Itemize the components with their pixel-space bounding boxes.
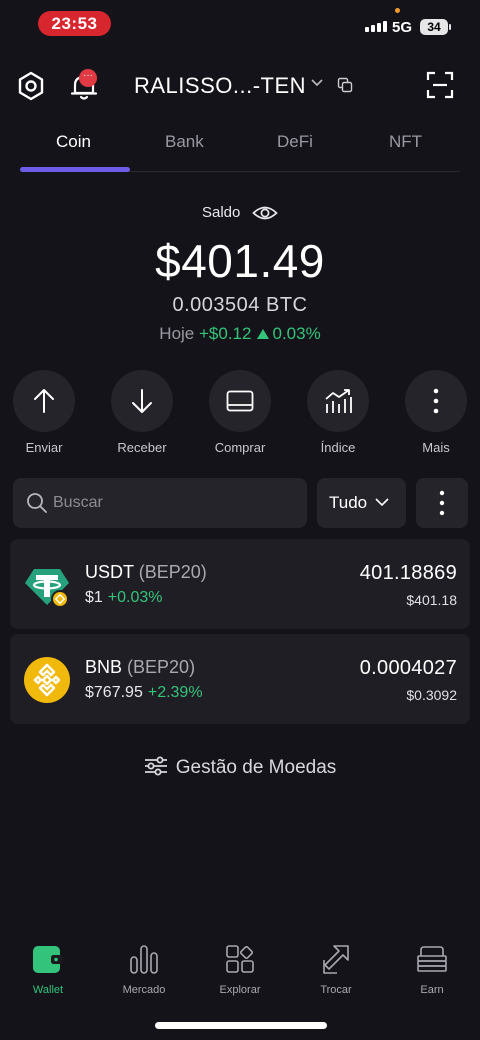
index-label: Índice [320, 440, 356, 455]
swap-icon [323, 945, 349, 974]
search-box[interactable] [13, 478, 307, 528]
nav-swap[interactable]: Trocar [288, 940, 384, 996]
apps-grid-icon [226, 945, 254, 973]
active-tab-indicator [20, 167, 130, 172]
more-actions-button[interactable]: Mais [404, 370, 468, 455]
receive-circle[interactable] [111, 370, 173, 432]
card-icon [226, 390, 254, 412]
home-indicator[interactable] [155, 1022, 327, 1029]
asset-row-bnb[interactable]: BNB (BEP20) $767.95 +2.39% 0.0004027 $0.3… [10, 634, 470, 724]
nav-market-label: Mercado [122, 984, 166, 996]
privacy-indicator-dot [395, 8, 400, 13]
filter-label: Tudo [329, 493, 368, 512]
asset-name: USDT (BEP20) [85, 562, 207, 583]
arrow-up-icon [34, 389, 54, 413]
asset-price-line: $1 +0.03% [85, 589, 163, 607]
total-balance: $401.49 [155, 235, 325, 287]
more-vertical-icon [433, 388, 439, 414]
usdt-logo-icon [25, 569, 69, 608]
more-label: Mais [422, 440, 450, 455]
nav-swap-label: Trocar [320, 984, 352, 996]
asset-network: (BEP20) [138, 562, 207, 582]
asset-tabs: Coin Bank DeFi NFT [0, 120, 480, 172]
wallet-name[interactable]: RALISSO...-TEN [134, 73, 306, 99]
more-vertical-icon [439, 490, 445, 516]
list-options-button[interactable] [416, 478, 468, 528]
asset-price: $767.95 [85, 684, 143, 701]
bottom-navigation: Wallet Mercado Explorar Trocar Earn [0, 940, 480, 1010]
buy-label: Comprar [214, 440, 266, 455]
nav-wallet-label: Wallet [32, 984, 64, 996]
send-button[interactable]: Enviar [12, 370, 76, 455]
asset-symbol: BNB [85, 657, 123, 677]
asset-change: +2.39% [147, 684, 203, 701]
today-change-amount: +$0.12 [199, 324, 252, 343]
search-icon [27, 493, 47, 513]
status-time: 23:53 [38, 11, 111, 36]
buy-circle[interactable] [209, 370, 271, 432]
copy-icon[interactable] [337, 77, 353, 93]
eye-icon[interactable] [252, 204, 278, 222]
index-circle[interactable] [307, 370, 369, 432]
notification-badge: ··· [79, 69, 97, 87]
tab-bank[interactable]: Bank [165, 132, 204, 152]
balance-label: Saldo [202, 204, 241, 221]
tab-coin[interactable]: Coin [56, 132, 91, 152]
manage-coins-label: Gestão de Moedas [175, 757, 337, 778]
tab-defi[interactable]: DeFi [277, 132, 313, 152]
more-circle[interactable] [405, 370, 467, 432]
nav-earn-label: Earn [420, 984, 444, 996]
asset-price-line: $767.95 +2.39% [85, 684, 203, 702]
bnb-logo-icon [24, 657, 70, 703]
nav-explore-label: Explorar [219, 984, 261, 996]
search-input[interactable] [53, 478, 293, 528]
nav-earn[interactable]: Earn [384, 940, 480, 996]
asset-name: BNB (BEP20) [85, 657, 195, 678]
nav-explore[interactable]: Explorar [192, 940, 288, 996]
filter-dropdown[interactable]: Tudo [317, 478, 406, 528]
buy-button[interactable]: Comprar [208, 370, 272, 455]
battery-icon: 34 [420, 19, 451, 35]
asset-amount: 0.0004027 [359, 657, 457, 679]
asset-network: (BEP20) [127, 657, 196, 677]
today-change: Hoje +$0.12 0.03% [0, 324, 480, 344]
chevron-down-icon [375, 498, 389, 507]
tab-nft[interactable]: NFT [389, 132, 422, 152]
asset-row-usdt[interactable]: USDT (BEP20) $1 +0.03% 401.18869 $401.18 [10, 539, 470, 629]
status-bar: 23:53 5G 34 [0, 0, 480, 48]
receive-label: Receber [117, 440, 167, 455]
asset-value: $401.18 [406, 592, 457, 608]
send-circle[interactable] [13, 370, 75, 432]
quick-actions: Enviar Receber Comprar Índice Mais [0, 370, 480, 460]
send-label: Enviar [25, 440, 63, 455]
settings-hex-icon[interactable] [15, 70, 47, 102]
chart-trend-icon [325, 389, 352, 413]
earn-stack-icon [417, 946, 447, 972]
nav-market[interactable]: Mercado [96, 940, 192, 996]
today-change-percent: 0.03% [272, 324, 321, 343]
up-triangle-icon [257, 329, 270, 340]
nav-wallet[interactable]: Wallet [0, 940, 96, 996]
asset-change: +0.03% [107, 589, 163, 606]
chevron-down-icon[interactable] [311, 79, 323, 87]
scan-icon[interactable] [426, 71, 454, 99]
manage-coins-button[interactable]: Gestão de Moedas [0, 756, 480, 779]
asset-value: $0.3092 [406, 687, 457, 703]
asset-price: $1 [85, 589, 103, 606]
receive-button[interactable]: Receber [110, 370, 174, 455]
cellular-signal-icon [365, 20, 387, 32]
balance-btc: 0.003504 BTC [172, 294, 308, 316]
index-button[interactable]: Índice [306, 370, 370, 455]
bar-chart-icon [130, 945, 158, 974]
sliders-icon [144, 756, 167, 776]
wallet-icon [33, 946, 63, 973]
asset-symbol: USDT [85, 562, 134, 582]
wallet-header: RALISSO...-TEN [0, 60, 480, 110]
today-label: Hoje [159, 324, 195, 343]
arrow-down-icon [132, 389, 152, 413]
asset-amount: 401.18869 [359, 562, 457, 584]
network-type: 5G [392, 19, 413, 36]
